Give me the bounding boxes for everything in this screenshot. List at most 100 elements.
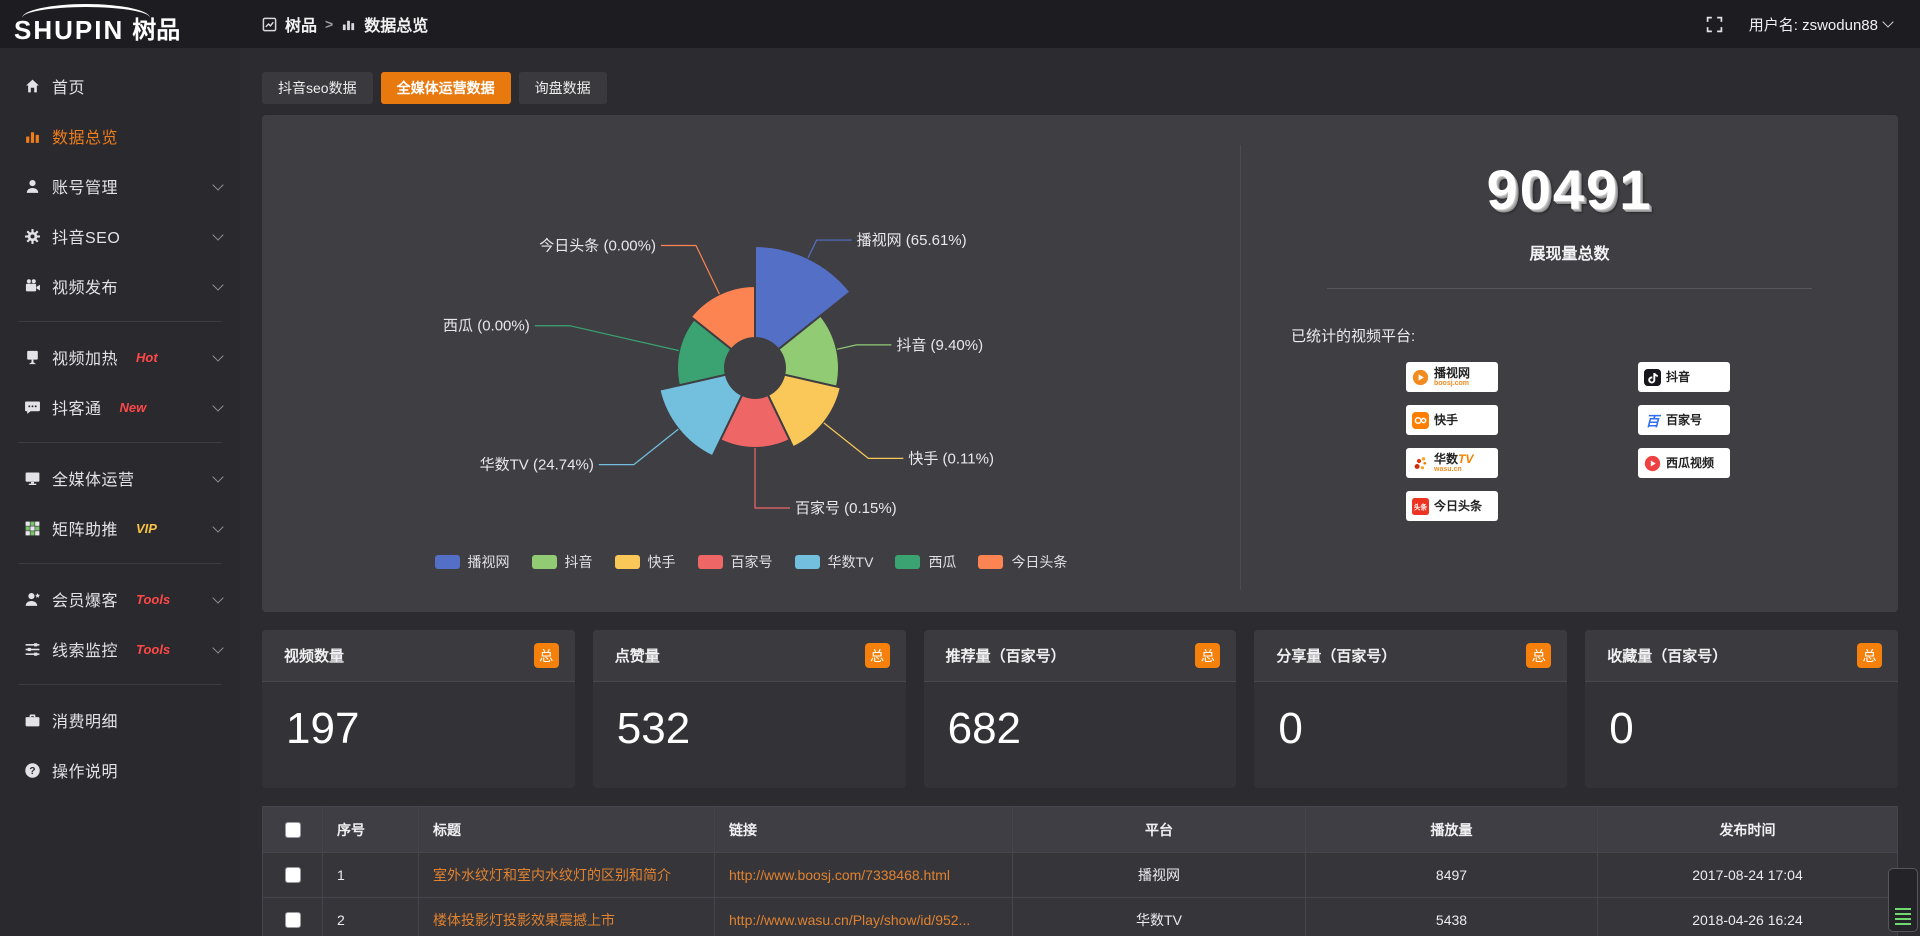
pie-label-播视网: 播视网 (65.61%) bbox=[857, 232, 967, 249]
sidebar-item-label: 会员爆客 bbox=[52, 587, 118, 611]
platform-name: 抖音 bbox=[1666, 371, 1690, 384]
stat-card-value: 0 bbox=[1254, 682, 1567, 754]
legend-label: 快手 bbox=[648, 552, 676, 572]
total-badge[interactable]: 总 bbox=[865, 643, 890, 668]
chevron-down-icon bbox=[212, 350, 223, 361]
column-header-播放量: 播放量 bbox=[1306, 807, 1598, 853]
cell-url-link[interactable]: http://www.wasu.cn/Play/show/id/952... bbox=[715, 898, 1013, 936]
legend-swatch bbox=[895, 555, 920, 569]
tab-询盘数据[interactable]: 询盘数据 bbox=[519, 72, 607, 104]
sidebar-item-线索监控[interactable]: 线索监控Tools bbox=[0, 624, 240, 674]
stat-card-value: 532 bbox=[593, 682, 906, 754]
chart-legend: 播视网 抖音 快手 百家号 华数TV 西瓜 今日头条 bbox=[262, 552, 1240, 572]
sidebar-item-操作说明[interactable]: ?操作说明 bbox=[0, 745, 240, 795]
xigua-icon bbox=[1644, 455, 1661, 472]
total-badge[interactable]: 总 bbox=[1857, 643, 1882, 668]
platform-badge-华数TV: 华数TVwasu.cn bbox=[1406, 448, 1498, 478]
sidebar-item-label: 消费明细 bbox=[52, 708, 118, 732]
legend-label: 西瓜 bbox=[928, 552, 956, 572]
member-icon bbox=[24, 591, 41, 608]
platform-badge-今日头条: 头条今日头条 bbox=[1406, 491, 1498, 521]
floating-widget[interactable] bbox=[1888, 868, 1918, 932]
stat-card-header: 点赞量 总 bbox=[593, 630, 906, 682]
sidebar-item-账号管理[interactable]: 账号管理 bbox=[0, 161, 240, 211]
bar-chart-icon bbox=[341, 17, 356, 32]
sidebar-item-会员爆客[interactable]: 会员爆客Tools bbox=[0, 574, 240, 624]
user-icon bbox=[24, 178, 41, 195]
total-badge[interactable]: 总 bbox=[1195, 643, 1220, 668]
nightingale-rose-chart: 播视网 (65.61%)抖音 (9.40%)快手 (0.11%)百家号 (0.1… bbox=[262, 115, 1240, 612]
row-checkbox[interactable] bbox=[285, 912, 301, 928]
stat-card-点赞量: 点赞量 总 532 bbox=[593, 630, 906, 788]
sidebar-item-label: 抖客通 bbox=[52, 395, 102, 419]
cell-title-link[interactable]: 楼体投影灯投影效果震撼上市 bbox=[419, 898, 715, 936]
legend-label: 播视网 bbox=[468, 552, 510, 572]
legend-item-快手[interactable]: 快手 bbox=[615, 552, 676, 572]
stat-card-title: 收藏量（百家号） bbox=[1607, 645, 1727, 666]
sidebar-item-抖音SEO[interactable]: 抖音SEO bbox=[0, 211, 240, 261]
legend-item-播视网[interactable]: 播视网 bbox=[435, 552, 510, 572]
cell-platform: 播视网 bbox=[1013, 853, 1306, 898]
cell-title-link[interactable]: 室外水纹灯和室内水纹灯的区别和简介 bbox=[419, 853, 715, 898]
tab-全媒体运营数据[interactable]: 全媒体运营数据 bbox=[381, 72, 511, 104]
platform-badge-百家号: 百百家号 bbox=[1638, 405, 1730, 435]
legend-item-西瓜[interactable]: 西瓜 bbox=[895, 552, 956, 572]
sidebar-divider bbox=[18, 563, 222, 564]
breadcrumb-root[interactable]: 树品 bbox=[285, 12, 317, 36]
cell-plays: 8497 bbox=[1306, 853, 1598, 898]
sidebar-item-label: 线索监控 bbox=[52, 637, 118, 661]
select-all-checkbox[interactable] bbox=[285, 822, 301, 838]
sidebar-badge-VIP: VIP bbox=[136, 521, 157, 536]
stat-card-header: 分享量（百家号）总 bbox=[1254, 630, 1567, 682]
summary-divider bbox=[1327, 288, 1812, 289]
platform-subtext: wasu.cn bbox=[1434, 466, 1473, 473]
legend-item-华数TV[interactable]: 华数TV bbox=[795, 552, 874, 572]
chat-icon bbox=[24, 399, 41, 416]
wallet-icon bbox=[24, 712, 41, 729]
sidebar-item-视频发布[interactable]: 视频发布 bbox=[0, 261, 240, 311]
pie-label-百家号: 百家号 (0.15%) bbox=[795, 500, 897, 517]
checkbox-cell bbox=[263, 898, 323, 936]
svg-text:头条: 头条 bbox=[1414, 502, 1428, 511]
sidebar-item-全媒体运营[interactable]: 全媒体运营 bbox=[0, 453, 240, 503]
pie-label-华数TV: 华数TV (24.74%) bbox=[480, 457, 594, 474]
legend-item-今日头条[interactable]: 今日头条 bbox=[978, 552, 1067, 572]
platform-name: 播视网 bbox=[1434, 367, 1470, 380]
platform-badge-快手: 快手 bbox=[1406, 405, 1498, 435]
sidebar-badge-Hot: Hot bbox=[136, 350, 158, 365]
chevron-down-icon bbox=[212, 471, 223, 482]
row-checkbox[interactable] bbox=[285, 867, 301, 883]
legend-label: 抖音 bbox=[565, 552, 593, 572]
sidebar-item-首页[interactable]: 首页 bbox=[0, 61, 240, 111]
tab-抖音seo数据[interactable]: 抖音seo数据 bbox=[262, 72, 373, 104]
sidebar-item-抖客通[interactable]: 抖客通 New bbox=[0, 382, 240, 432]
column-header-链接: 链接 bbox=[715, 807, 1013, 853]
breadcrumb-current[interactable]: 数据总览 bbox=[364, 12, 428, 36]
total-badge[interactable]: 总 bbox=[1526, 643, 1551, 668]
cell-url-link[interactable]: http://www.boosj.com/7338468.html bbox=[715, 853, 1013, 898]
legend-item-百家号[interactable]: 百家号 bbox=[698, 552, 773, 572]
sidebar-item-矩阵助推[interactable]: 矩阵助推VIP bbox=[0, 503, 240, 553]
stat-card-title: 点赞量 bbox=[615, 645, 660, 666]
pie-label-line bbox=[661, 245, 719, 294]
sidebar-item-消费明细[interactable]: 消费明细 bbox=[0, 695, 240, 745]
sidebar-item-数据总览[interactable]: 数据总览 bbox=[0, 111, 240, 161]
platform-badge-西瓜视频: 西瓜视频 bbox=[1638, 448, 1730, 478]
chevron-down-icon bbox=[212, 642, 223, 653]
stat-card-value: 0 bbox=[1585, 682, 1898, 754]
legend-swatch bbox=[615, 555, 640, 569]
total-impressions-label: 展现量总数 bbox=[1241, 240, 1898, 264]
fullscreen-icon[interactable] bbox=[1706, 16, 1723, 33]
sidebar-item-视频加热[interactable]: 视频加热Hot bbox=[0, 332, 240, 382]
sidebar-badge-New: New bbox=[120, 400, 147, 415]
legend-swatch bbox=[435, 555, 460, 569]
boosj-icon bbox=[1412, 369, 1429, 386]
cell-num: 1 bbox=[323, 853, 419, 898]
user-menu[interactable]: 用户名: zswodun88 bbox=[1749, 14, 1892, 35]
stat-card-推荐量（百家号）: 推荐量（百家号）总682 bbox=[924, 630, 1237, 788]
total-badge[interactable]: 总 bbox=[534, 643, 559, 668]
legend-item-抖音[interactable]: 抖音 bbox=[532, 552, 593, 572]
chevron-down-icon bbox=[1882, 16, 1893, 27]
legend-label: 华数TV bbox=[828, 552, 874, 572]
logo-arc bbox=[22, 4, 150, 18]
